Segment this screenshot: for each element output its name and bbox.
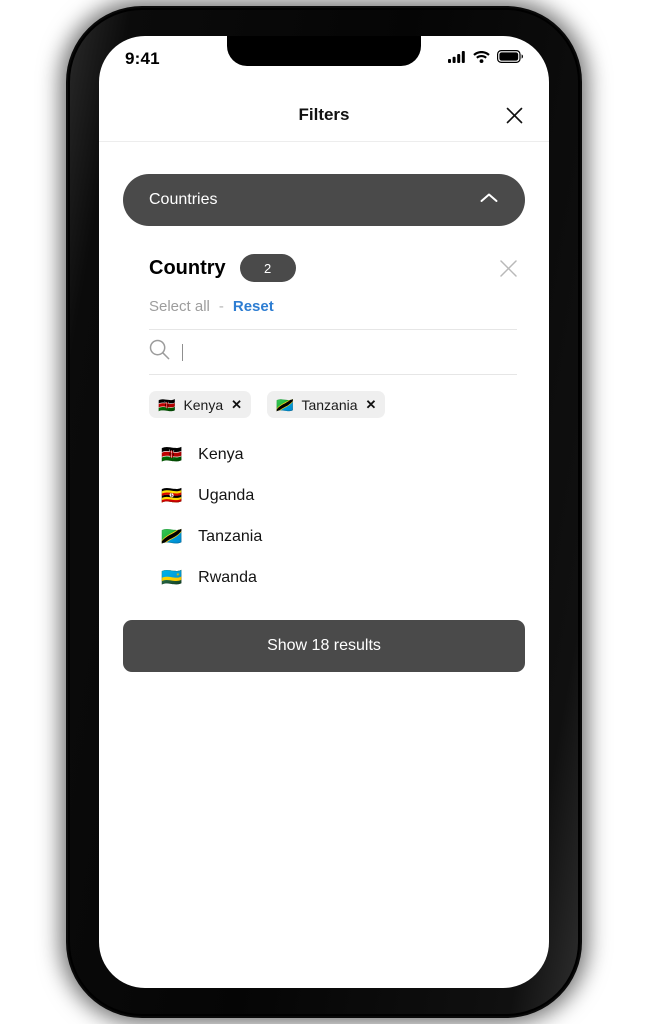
search-icon bbox=[149, 339, 170, 365]
list-item-label: Kenya bbox=[198, 445, 244, 463]
clear-country-icon[interactable] bbox=[495, 255, 521, 281]
list-item-label: Rwanda bbox=[198, 568, 257, 586]
reset-link[interactable]: Reset bbox=[233, 298, 274, 315]
wifi-icon bbox=[473, 50, 490, 68]
list-item[interactable]: 🇹🇿 Tanzania bbox=[161, 516, 525, 557]
remove-chip-icon[interactable]: ✕ bbox=[366, 398, 377, 411]
close-icon[interactable] bbox=[501, 102, 527, 128]
flag-icon: 🇺🇬 bbox=[161, 486, 183, 505]
accordion-label: Countries bbox=[149, 191, 218, 208]
chip-label: Tanzania bbox=[301, 396, 358, 413]
select-reset-row: Select all - Reset bbox=[123, 298, 525, 315]
country-options-list: 🇰🇪 Kenya 🇺🇬 Uganda 🇹🇿 Tanzania 🇷🇼 Rwanda bbox=[123, 434, 525, 598]
flag-icon: 🇹🇿 bbox=[276, 396, 294, 413]
text-caret bbox=[182, 343, 183, 361]
search-input[interactable] bbox=[149, 329, 517, 375]
display-notch bbox=[227, 36, 421, 66]
list-item[interactable]: 🇰🇪 Kenya bbox=[161, 434, 525, 475]
page-title: Filters bbox=[298, 105, 350, 124]
chip-kenya[interactable]: 🇰🇪 Kenya ✕ bbox=[149, 391, 252, 418]
list-item-label: Tanzania bbox=[198, 527, 263, 545]
chip-tanzania[interactable]: 🇹🇿 Tanzania ✕ bbox=[267, 391, 386, 418]
list-item-label: Uganda bbox=[198, 486, 255, 504]
flag-icon: 🇰🇪 bbox=[161, 445, 183, 464]
select-all-link[interactable]: Select all bbox=[149, 298, 210, 315]
country-section-header: Country 2 bbox=[123, 254, 525, 282]
phone-screen: 9:41 Filters Countries Country 2 Select … bbox=[99, 36, 549, 988]
status-time: 9:41 bbox=[125, 49, 160, 68]
filter-content: Countries Country 2 Select all - Reset 🇰… bbox=[99, 142, 549, 988]
chip-label: Kenya bbox=[183, 396, 224, 413]
status-badge: 2 bbox=[239, 254, 296, 282]
signal-icon bbox=[448, 50, 466, 68]
flag-icon: 🇰🇪 bbox=[158, 396, 176, 413]
chevron-up-icon[interactable] bbox=[479, 191, 499, 209]
list-item[interactable]: 🇷🇼 Rwanda bbox=[161, 557, 525, 598]
separator-dash: - bbox=[218, 298, 224, 315]
flag-icon: 🇹🇿 bbox=[161, 527, 183, 546]
show-results-button[interactable]: Show 18 results bbox=[123, 620, 525, 672]
selected-chips: 🇰🇪 Kenya ✕ 🇹🇿 Tanzania ✕ bbox=[123, 391, 525, 418]
battery-icon bbox=[497, 50, 523, 68]
status-icons bbox=[448, 50, 523, 68]
accordion-countries[interactable]: Countries bbox=[123, 174, 525, 226]
sheet-header: Filters bbox=[99, 89, 549, 142]
country-title: Country bbox=[149, 256, 226, 279]
list-item[interactable]: 🇺🇬 Uganda bbox=[161, 475, 525, 516]
flag-icon: 🇷🇼 bbox=[161, 568, 183, 587]
remove-chip-icon[interactable]: ✕ bbox=[231, 398, 242, 411]
